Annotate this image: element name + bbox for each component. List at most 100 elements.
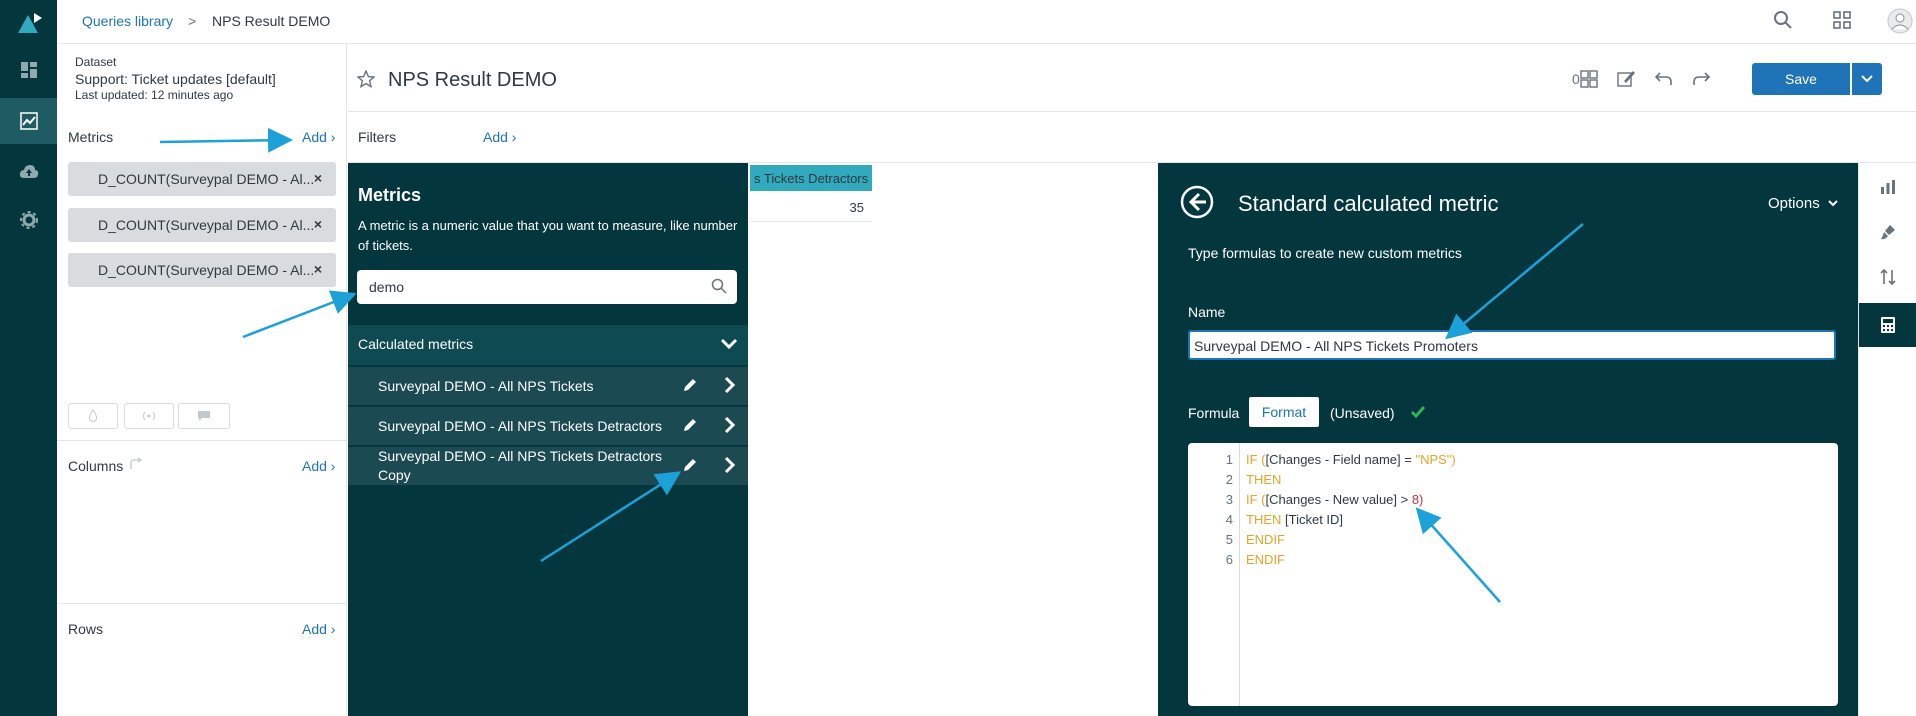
calculated-metric-label: Surveypal DEMO - All NPS Tickets Detract… [378, 418, 662, 434]
metric-chip[interactable]: D_COUNT(Surveypal DEMO - Al... × [68, 208, 336, 242]
user-avatar-icon[interactable] [1887, 8, 1913, 37]
datasets-upload-icon[interactable] [0, 150, 57, 194]
droplet-icon [88, 409, 98, 422]
metrics-picker-panel: Metrics A metric is a numeric value that… [348, 163, 748, 716]
breadcrumb-current: NPS Result DEMO [212, 13, 331, 29]
options-menu[interactable]: Options [1768, 195, 1838, 212]
signal-icon [143, 411, 155, 421]
filters-add-link[interactable]: Add › [483, 129, 516, 145]
pencil-icon[interactable] [682, 417, 698, 436]
breadcrumb-queries-library[interactable]: Queries library [82, 13, 173, 29]
save-options-button[interactable] [1852, 63, 1882, 95]
dataset-label: Dataset [75, 55, 117, 69]
metric-chip[interactable]: D_COUNT(Surveypal DEMO - Al... × [68, 162, 336, 196]
chevron-down-icon [1828, 200, 1838, 207]
calculated-metric-label: Surveypal DEMO - All NPS Tickets [378, 378, 594, 394]
rows-add-link[interactable]: Add › [302, 621, 335, 637]
save-button[interactable]: Save [1752, 63, 1850, 95]
query-title[interactable]: NPS Result DEMO [388, 69, 557, 92]
back-arrow-icon[interactable] [1180, 185, 1214, 222]
calculated-metric-item[interactable]: Surveypal DEMO - All NPS Tickets [348, 367, 748, 405]
formula-code-editor[interactable]: 1 2 3 4 5 6 IF ([Changes - Field name] =… [1188, 443, 1838, 706]
calculated-metric-label: Surveypal DEMO - All NPS Tickets Detract… [378, 448, 662, 483]
remove-metric-icon[interactable]: × [314, 216, 322, 232]
search-icon[interactable] [711, 278, 727, 297]
line-number: 1 [1225, 452, 1233, 467]
widgets-icon[interactable] [1580, 70, 1598, 91]
metric-chip-label: D_COUNT(Surveypal DEMO - Al... [98, 262, 315, 278]
products-grid-icon[interactable] [1833, 11, 1851, 32]
divider [57, 440, 347, 441]
editor-title: Standard calculated metric [1238, 191, 1499, 216]
left-nav [0, 0, 57, 716]
format-button[interactable]: Format [1249, 397, 1319, 427]
line-number: 2 [1225, 472, 1233, 487]
line-number: 5 [1225, 532, 1233, 547]
swap-axes-icon[interactable] [129, 457, 143, 474]
chevron-down-icon[interactable] [720, 337, 738, 353]
calculated-metric-editor: Standard calculated metric Options Type … [1158, 163, 1858, 716]
divider [57, 603, 347, 604]
redo-icon[interactable] [1692, 71, 1711, 90]
calculated-metric-item[interactable]: Surveypal DEMO - All NPS Tickets Detract… [348, 447, 748, 485]
line-number: 6 [1225, 552, 1233, 567]
filters-label: Filters [358, 129, 397, 145]
search-icon[interactable] [1773, 10, 1793, 33]
metrics-panel-title: Metrics [358, 185, 422, 205]
chevron-right-icon[interactable] [724, 376, 736, 397]
unsaved-status: (Unsaved) [1330, 405, 1395, 421]
favorite-star-icon[interactable] [356, 69, 376, 91]
signal-button[interactable] [124, 403, 174, 429]
metric-search-value: demo [369, 279, 405, 295]
chevron-right-icon[interactable] [724, 416, 736, 437]
result-value: 35 [750, 194, 872, 222]
zendesk-explore-logo-icon[interactable] [0, 0, 57, 44]
columns-add-link[interactable]: Add › [302, 458, 335, 474]
rows-label: Rows [68, 621, 104, 637]
metric-search-input[interactable]: demo [357, 270, 737, 304]
metric-name-value: Surveypal DEMO - All NPS Tickets Promote… [1194, 338, 1478, 354]
comment-button[interactable] [178, 403, 230, 429]
chart-visualization-icon[interactable] [1859, 166, 1916, 208]
chevron-right-icon[interactable] [724, 456, 736, 477]
dataset-updated: Last updated: 12 minutes ago [75, 88, 234, 102]
pencil-icon[interactable] [682, 457, 698, 476]
calculator-icon[interactable] [1859, 303, 1916, 347]
dashboards-icon[interactable] [0, 48, 57, 92]
pencil-icon[interactable] [682, 377, 698, 396]
calculated-metric-item[interactable]: Surveypal DEMO - All NPS Tickets Detract… [348, 407, 748, 445]
formula-label: Formula [1188, 405, 1240, 421]
metrics-add-link[interactable]: Add › [302, 129, 335, 145]
line-number: 3 [1225, 492, 1233, 507]
edit-icon[interactable] [1617, 70, 1635, 91]
metric-chip-label: D_COUNT(Surveypal DEMO - Al... [98, 171, 315, 187]
filters-bar [348, 113, 1916, 163]
code-line: ENDIF [1246, 552, 1285, 567]
undo-icon[interactable] [1654, 71, 1673, 90]
metrics-label: Metrics [68, 129, 114, 145]
dataset-name[interactable]: Support: Ticket updates [default] [75, 71, 276, 87]
reports-icon[interactable] [0, 98, 57, 144]
top-bar: Queries library > NPS Result DEMO [57, 0, 1916, 44]
remove-metric-icon[interactable]: × [314, 261, 322, 277]
query-header [348, 44, 1916, 112]
metric-chip-label: D_COUNT(Surveypal DEMO - Al... [98, 217, 315, 233]
chevron-down-icon [1861, 75, 1873, 83]
color-drop-button[interactable] [68, 403, 118, 429]
metrics-panel-description: A metric is a numeric value that you wan… [358, 218, 738, 253]
checkmark-icon [1410, 405, 1426, 422]
breadcrumb-separator: > [188, 13, 197, 29]
columns-label: Columns [68, 458, 124, 474]
calculated-metrics-group[interactable]: Calculated metrics [348, 325, 748, 365]
name-label: Name [1188, 304, 1226, 320]
sort-icon[interactable] [1859, 256, 1916, 298]
result-column-header: s Tickets Detractors [750, 165, 872, 191]
remove-metric-icon[interactable]: × [314, 170, 322, 186]
options-label: Options [1768, 195, 1820, 212]
code-line: THEN [1246, 472, 1282, 487]
metric-name-input[interactable]: Surveypal DEMO - All NPS Tickets Promote… [1188, 330, 1836, 360]
calculated-metrics-label: Calculated metrics [358, 336, 474, 352]
paintbrush-icon[interactable] [1859, 211, 1916, 253]
metric-chip[interactable]: D_COUNT(Surveypal DEMO - Al... × [68, 253, 336, 287]
settings-gear-icon[interactable] [0, 198, 57, 242]
